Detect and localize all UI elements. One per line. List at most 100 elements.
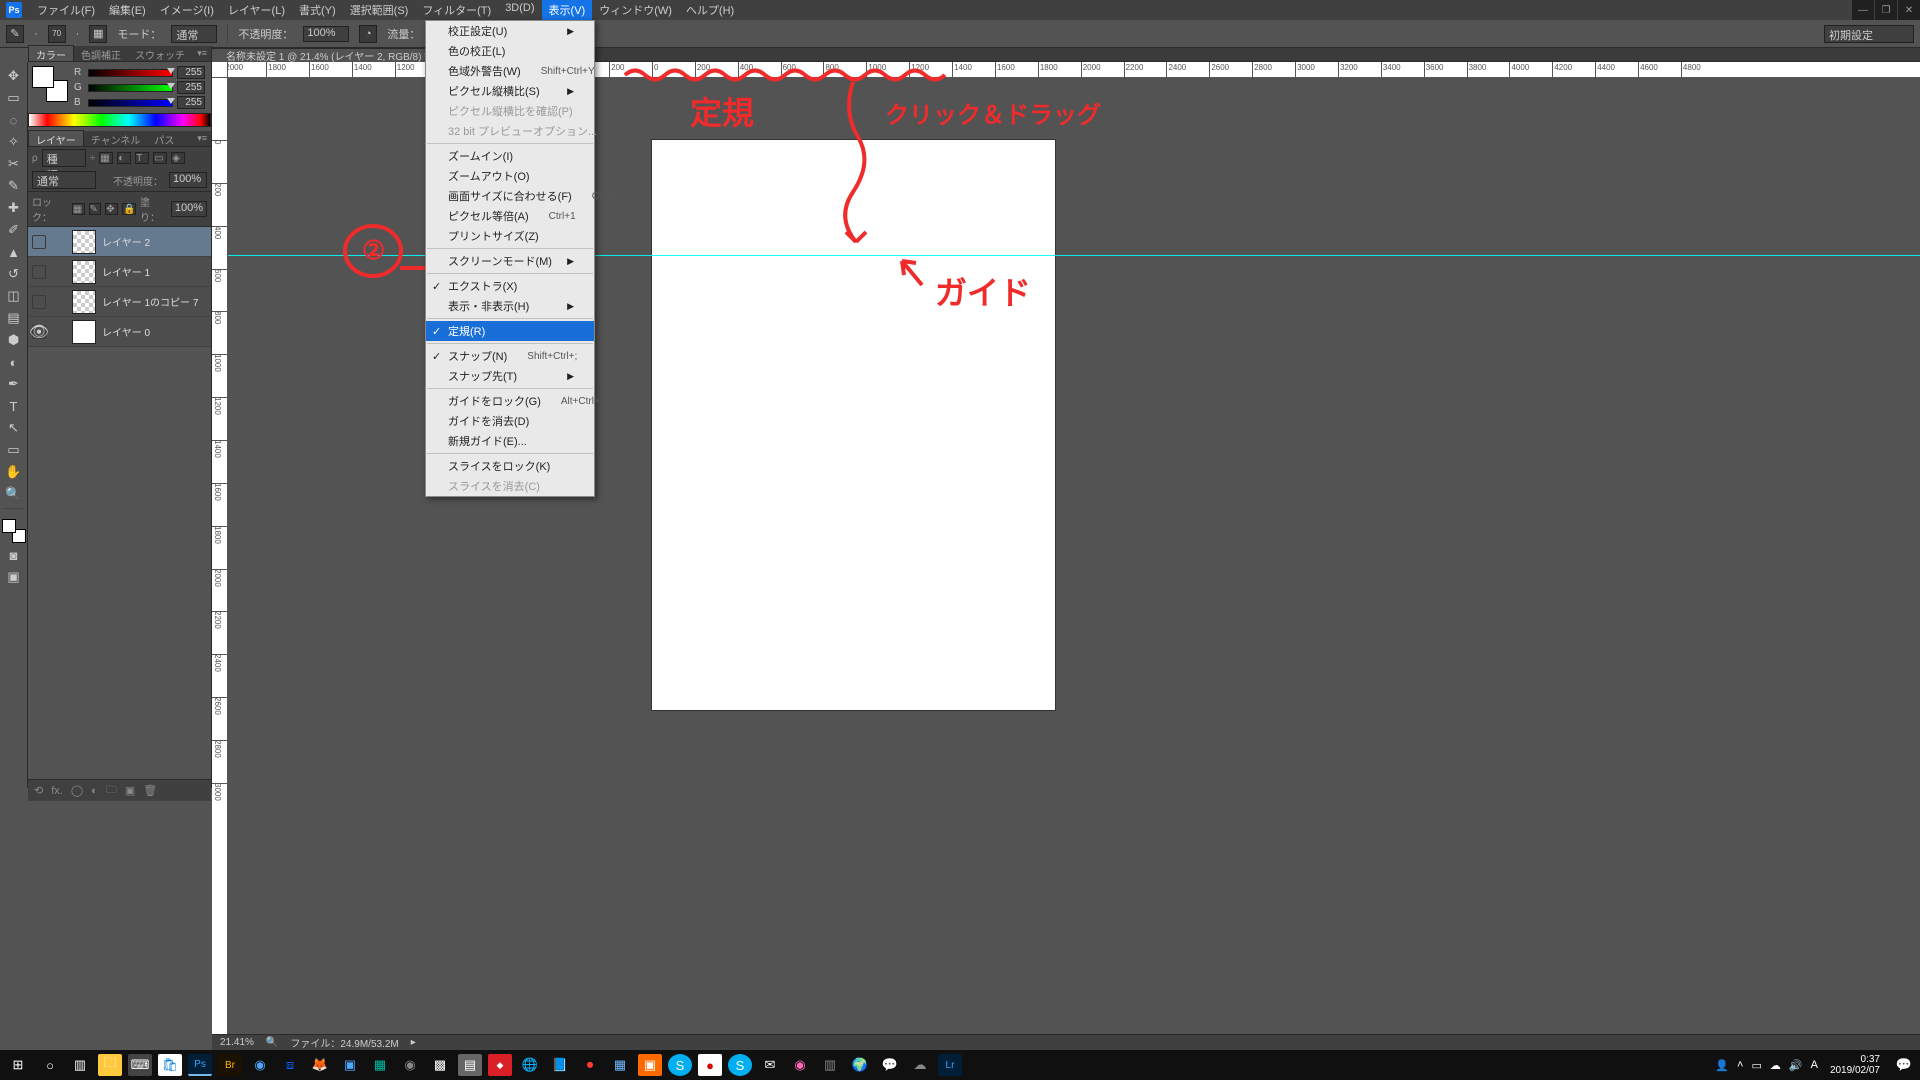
mail-icon[interactable]: ✉ (758, 1054, 782, 1076)
ruler-vertical[interactable]: 0200400600800100012001400160018002000220… (212, 78, 228, 1050)
menu-filter[interactable]: フィルター(T) (415, 0, 498, 20)
dodge-tool[interactable]: ◐ (3, 352, 25, 372)
close-button[interactable]: ✕ (1898, 0, 1920, 20)
menu-item[interactable]: 色の校正(L) (426, 41, 594, 61)
filter-smart-icon[interactable]: ◈ (171, 152, 185, 164)
tool-preset-icon[interactable]: ✎ (6, 25, 24, 43)
visibility-toggle[interactable] (32, 295, 46, 309)
app-icon-circle[interactable]: ◉ (398, 1054, 422, 1076)
slider-green[interactable] (88, 84, 173, 92)
blur-tool[interactable]: ⬢ (3, 330, 25, 350)
spectrum-bar[interactable] (28, 113, 211, 127)
layer-filter-dropdown[interactable]: 種類 (42, 149, 86, 167)
zoom-tool[interactable]: 🔍 (3, 484, 25, 504)
trash-icon[interactable]: 🗑 (143, 784, 157, 797)
app-icon-box[interactable]: ▥ (818, 1054, 842, 1076)
filter-shape-icon[interactable]: ▭ (153, 152, 167, 164)
value-blue[interactable]: 255 (177, 96, 205, 109)
explorer-icon[interactable]: 🗀 (98, 1054, 122, 1076)
layer-name[interactable]: レイヤー 1のコピー 7 (102, 294, 198, 309)
menu-item[interactable]: 校正設定(U)▶ (426, 21, 594, 41)
menu-item[interactable]: ズームイン(I) (426, 146, 594, 166)
info-arrow-icon[interactable]: ▸ (411, 1037, 416, 1048)
lock-trans-icon[interactable]: ▦ (72, 203, 85, 215)
menu-item[interactable]: ✓定規(R) (426, 321, 594, 341)
mask-icon[interactable]: ◯ (71, 784, 83, 797)
app-icon-chat[interactable]: 💬 (878, 1054, 902, 1076)
lock-all-icon[interactable]: 🔒 (122, 203, 136, 215)
taskview-icon[interactable]: ▥ (68, 1054, 92, 1076)
menu-help[interactable]: ヘルプ(H) (679, 0, 741, 20)
tab-swatches[interactable]: スウォッチ (128, 46, 192, 61)
pressure-opacity-icon[interactable]: ◔ (359, 25, 377, 43)
menu-image[interactable]: イメージ(I) (153, 0, 221, 20)
app-icon-grey[interactable]: ▤ (458, 1054, 482, 1076)
app-icon-teal[interactable]: ▦ (368, 1054, 392, 1076)
menu-item[interactable]: ✓エクストラ(X) (426, 276, 594, 296)
taskbar-clock[interactable]: 0:37 2019/02/07 (1824, 1054, 1886, 1076)
value-green[interactable]: 255 (177, 81, 205, 94)
menu-item[interactable]: ✓スナップ(N)Shift+Ctrl+; (426, 346, 594, 366)
value-red[interactable]: 255 (177, 66, 205, 79)
lock-pos-icon[interactable]: ✥ (105, 203, 118, 215)
menu-view[interactable]: 表示(V) (542, 0, 593, 20)
menu-item[interactable]: ガイドをロック(G)Alt+Ctrl+; (426, 391, 594, 411)
skype-icon-1[interactable]: S (668, 1054, 692, 1076)
layer-name[interactable]: レイヤー 0 (102, 324, 150, 339)
menu-item[interactable]: ズームアウト(O) (426, 166, 594, 186)
menu-select[interactable]: 選択範囲(S) (343, 0, 416, 20)
firefox-icon[interactable]: 🦊 (308, 1054, 332, 1076)
menu-type[interactable]: 書式(Y) (292, 0, 343, 20)
screenmode-icon[interactable]: ▣ (3, 567, 25, 587)
app-icon-1[interactable]: ⌨ (128, 1054, 152, 1076)
layer-opacity-field[interactable]: 100% (169, 172, 207, 188)
notes-icon[interactable]: 📘 (548, 1054, 572, 1076)
lightroom-icon[interactable]: Lr (938, 1054, 962, 1076)
brush-preset-icon[interactable]: 70 (48, 25, 66, 43)
app-icon-pix[interactable]: ▩ (428, 1054, 452, 1076)
filter-adj-icon[interactable]: ◐ (117, 152, 131, 164)
visibility-toggle[interactable] (32, 235, 46, 249)
tab-channels[interactable]: チャンネル (84, 131, 148, 146)
menu-item[interactable]: ピクセル縦横比(S)▶ (426, 81, 594, 101)
menu-file[interactable]: ファイル(F) (30, 0, 102, 20)
document-tab[interactable]: 名称未設定 1 @ 21.4% (レイヤー 2, RGB/8) * × (212, 48, 458, 62)
document-canvas[interactable] (652, 140, 1055, 710)
people-icon[interactable]: 👤 (1715, 1059, 1729, 1072)
shape-tool[interactable]: ▭ (3, 440, 25, 460)
app-icon-jp[interactable]: ● (698, 1054, 722, 1076)
lasso-tool[interactable]: ◌ (3, 110, 25, 130)
menu-layer[interactable]: レイヤー(L) (221, 0, 292, 20)
blend-mode-dropdown[interactable]: 通常 (171, 25, 217, 43)
photoshop-taskbar-icon[interactable]: Ps (188, 1054, 212, 1076)
color-fgbg[interactable] (32, 66, 68, 102)
layer-row[interactable]: レイヤー 2 (28, 227, 211, 257)
history-brush[interactable]: ↺ (3, 264, 25, 284)
menu-item[interactable]: 画面サイズに合わせる(F)Ctrl+0 (426, 186, 594, 206)
menu-item[interactable]: ピクセル等倍(A)Ctrl+1 (426, 206, 594, 226)
move-tool[interactable]: ✥ (3, 66, 25, 86)
app-icon-pink[interactable]: ◉ (788, 1054, 812, 1076)
menu-edit[interactable]: 編集(E) (102, 0, 153, 20)
link-icon[interactable]: ⟲ (34, 784, 43, 797)
calc-icon[interactable]: ▦ (608, 1054, 632, 1076)
layer-row[interactable]: レイヤー 1 (28, 257, 211, 287)
record-icon[interactable]: ⏺ (578, 1054, 602, 1076)
bridge-icon[interactable]: Br (218, 1054, 242, 1076)
network-icon[interactable]: ▭ (1751, 1059, 1761, 1072)
skype-icon-2[interactable]: S (728, 1054, 752, 1076)
brush-panel-icon[interactable]: ▦ (89, 25, 107, 43)
path-tool[interactable]: ↖ (3, 418, 25, 438)
menu-item[interactable]: 表示・非表示(H)▶ (426, 296, 594, 316)
menu-item[interactable]: スライスをロック(K) (426, 456, 594, 476)
fill-field[interactable]: 100% (171, 201, 207, 217)
opacity-field[interactable]: 100% (303, 26, 349, 42)
eyedropper-tool[interactable]: ✎ (3, 176, 25, 196)
wand-tool[interactable]: ✧ (3, 132, 25, 152)
brush-tool[interactable]: ✐ (3, 220, 25, 240)
menu-item[interactable]: スナップ先(T)▶ (426, 366, 594, 386)
menu-item[interactable]: 色域外警告(W)Shift+Ctrl+Y (426, 61, 594, 81)
panel-menu-icon[interactable]: ▾≡ (193, 46, 211, 61)
volume-icon[interactable]: 🔊 (1789, 1059, 1803, 1072)
eraser-tool[interactable]: ◫ (3, 286, 25, 306)
